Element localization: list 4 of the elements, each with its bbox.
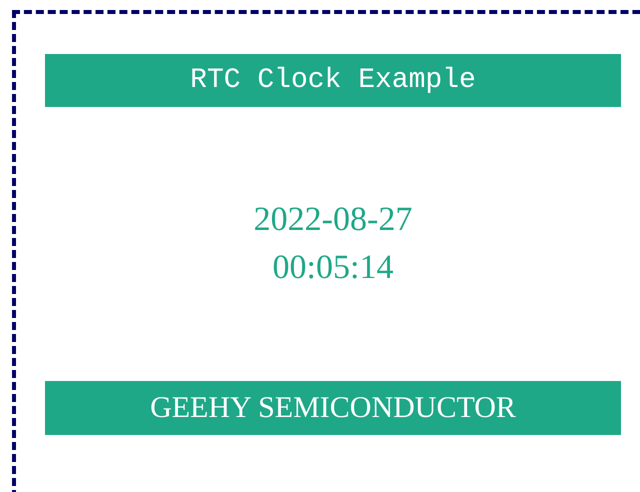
footer-text: GEEHY SEMICONDUCTOR xyxy=(150,393,516,423)
header-title: RTC Clock Example xyxy=(190,66,476,94)
date-text: 2022-08-27 xyxy=(254,203,412,237)
time-text: 00:05:14 xyxy=(272,251,394,285)
